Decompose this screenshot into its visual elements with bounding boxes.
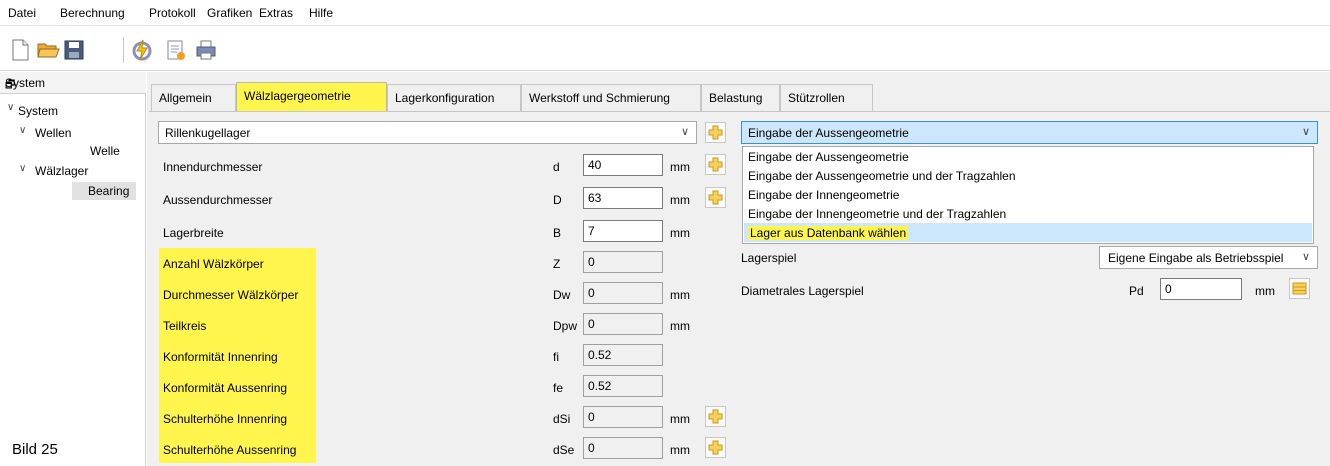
label-innendurchmesser: Innendurchmesser xyxy=(163,160,263,174)
anzahl-waelzkoerper-input[interactable] xyxy=(583,251,663,273)
konformitaet-aussenring-input[interactable] xyxy=(583,375,663,397)
innendurchmesser-input[interactable] xyxy=(583,154,663,176)
tree-item-welle[interactable]: Welle xyxy=(90,144,120,158)
label-teilkreis: Teilkreis xyxy=(163,319,207,333)
tab-werkstoff-schmierung[interactable]: Werkstoff und Schmierung xyxy=(521,84,701,111)
chevron-down-icon: ∨ xyxy=(1301,126,1310,138)
label-schulterhoehe-innenring: Schulterhöhe Innenring xyxy=(163,412,288,426)
tree-item-waelzlager[interactable]: Wälzlager xyxy=(35,164,88,178)
unit-mm: mm xyxy=(1255,284,1275,298)
symbol-D: D xyxy=(553,193,562,207)
dropdown-option-datenbank[interactable]: Lager aus Datenbank wählen xyxy=(744,223,1312,242)
tab-allgemein[interactable]: Allgemein xyxy=(151,84,236,111)
schulterhoehe-aussenring-input[interactable] xyxy=(583,437,663,459)
chevron-down-icon: ∨ xyxy=(1301,251,1310,263)
tab-lagerkonfiguration[interactable]: Lagerkonfiguration xyxy=(387,84,521,111)
toolbar-separator xyxy=(123,37,124,63)
bearing-type-value: Rillenkugellager xyxy=(165,126,251,140)
system-sidebar: System 🗗 ∨ System ∨ Wellen Welle ∨ Wälzl… xyxy=(0,72,146,466)
label-lagerbreite: Lagerbreite xyxy=(163,226,224,240)
add-aussendurchmesser-button[interactable] xyxy=(705,187,726,208)
chevron-down-icon[interactable]: ∨ xyxy=(19,125,26,136)
dropdown-option[interactable]: Eingabe der Innengeometrie und der Tragz… xyxy=(744,204,1312,223)
geometry-mode-value: Eingabe der Aussengeometrie xyxy=(748,126,909,140)
lagerspiel-value: Eigene Eingabe als Betriebsspiel xyxy=(1108,251,1284,265)
teilkreis-input[interactable] xyxy=(583,313,663,335)
tab-stuetzrollen[interactable]: Stützrollen xyxy=(780,84,873,111)
table-icon[interactable] xyxy=(1289,278,1310,299)
dropdown-option[interactable]: Eingabe der Aussengeometrie und der Trag… xyxy=(744,166,1312,185)
new-icon[interactable] xyxy=(8,38,32,62)
sidebar-header: System 🗗 xyxy=(0,72,146,94)
label-anzahl-waelzkoerper: Anzahl Wälzkörper xyxy=(163,257,264,271)
add-schulterhoehe-innenring-button[interactable] xyxy=(705,406,726,427)
unit-mm: mm xyxy=(670,319,690,333)
bearing-type-select[interactable]: Rillenkugellager ∨ xyxy=(158,121,697,144)
symbol-Dpw: Dpw xyxy=(553,319,578,333)
chevron-down-icon: ∨ xyxy=(680,126,689,138)
open-icon[interactable] xyxy=(36,38,60,62)
symbol-fi: fi xyxy=(553,350,559,364)
lagerbreite-input[interactable] xyxy=(583,220,663,242)
figure-caption: Bild 25 xyxy=(12,441,58,458)
schulterhoehe-innenring-input[interactable] xyxy=(583,406,663,428)
dropdown-option-label: Lager aus Datenbank wählen xyxy=(748,226,909,240)
symbol-dSi: dSi xyxy=(553,412,571,426)
add-bearing-type-button[interactable] xyxy=(705,122,726,143)
diametrales-lagerspiel-input[interactable] xyxy=(1160,278,1242,300)
lagerspiel-select[interactable]: Eigene Eingabe als Betriebsspiel ∨ xyxy=(1099,246,1318,269)
tab-waelzlagergeometrie[interactable]: Wälzlagergeometrie xyxy=(236,82,387,112)
label-durchmesser-waelzkoerper: Durchmesser Wälzkörper xyxy=(163,288,299,302)
symbol-d: d xyxy=(553,160,560,174)
main-area: Allgemein Wälzlagergeometrie Lagerkonfig… xyxy=(147,72,1330,466)
save-icon[interactable] xyxy=(62,38,86,62)
tab-belastung[interactable]: Belastung xyxy=(701,84,780,111)
label-lagerspiel: Lagerspiel xyxy=(741,251,797,265)
label-konformitaet-innenring: Konformität Innenring xyxy=(163,350,278,364)
unit-mm: mm xyxy=(670,193,690,207)
chevron-down-icon[interactable]: ∨ xyxy=(7,102,14,113)
tree-item-system[interactable]: System xyxy=(18,104,58,118)
geometry-mode-dropdown: Eingabe der Aussengeometrie Eingabe der … xyxy=(742,146,1314,244)
label-diametrales-lagerspiel: Diametrales Lagerspiel xyxy=(741,284,864,298)
menu-berechnung[interactable]: Berechnung xyxy=(60,6,125,20)
chevron-down-icon[interactable]: ∨ xyxy=(19,163,26,174)
unit-mm: mm xyxy=(670,288,690,302)
dropdown-option[interactable]: Eingabe der Aussengeometrie xyxy=(744,147,1312,166)
unit-mm: mm xyxy=(670,412,690,426)
add-innendurchmesser-button[interactable] xyxy=(705,154,726,175)
calculate-icon[interactable] xyxy=(130,38,154,62)
symbol-Dw: Dw xyxy=(553,288,571,302)
aussendurchmesser-input[interactable] xyxy=(583,187,663,209)
symbol-Z: Z xyxy=(553,257,561,271)
konformitaet-innenring-input[interactable] xyxy=(583,344,663,366)
geometry-mode-select[interactable]: Eingabe der Aussengeometrie ∨ xyxy=(741,121,1318,144)
label-schulterhoehe-aussenring: Schulterhöhe Aussenring xyxy=(163,443,297,457)
report-icon[interactable] xyxy=(164,38,188,62)
menu-extras[interactable]: Extras xyxy=(259,6,293,20)
symbol-dSe: dSe xyxy=(553,443,575,457)
undock-icon[interactable]: 🗗 xyxy=(5,76,138,95)
print-icon[interactable] xyxy=(194,38,218,62)
durchmesser-waelzkoerper-input[interactable] xyxy=(583,282,663,304)
label-konformitaet-aussenring: Konformität Aussenring xyxy=(163,381,288,395)
unit-mm: mm xyxy=(670,443,690,457)
menu-hilfe[interactable]: Hilfe xyxy=(309,6,333,20)
menu-protokoll[interactable]: Protokoll xyxy=(149,6,196,20)
symbol-fe: fe xyxy=(553,381,564,395)
tree-item-wellen[interactable]: Wellen xyxy=(35,126,71,140)
add-schulterhoehe-aussenring-button[interactable] xyxy=(705,437,726,458)
menu-bar: Datei Berechnung Protokoll Grafiken Extr… xyxy=(0,0,1330,26)
toolbar xyxy=(0,27,1330,71)
dropdown-option[interactable]: Eingabe der Innengeometrie xyxy=(744,185,1312,204)
unit-mm: mm xyxy=(670,226,690,240)
unit-mm: mm xyxy=(670,160,690,174)
tree-item-bearing[interactable]: Bearing xyxy=(72,182,136,200)
symbol-Pd: Pd xyxy=(1129,284,1144,298)
menu-grafiken[interactable]: Grafiken xyxy=(207,6,252,20)
symbol-B: B xyxy=(553,226,562,240)
label-aussendurchmesser: Aussendurchmesser xyxy=(163,193,273,207)
menu-datei[interactable]: Datei xyxy=(8,6,36,20)
